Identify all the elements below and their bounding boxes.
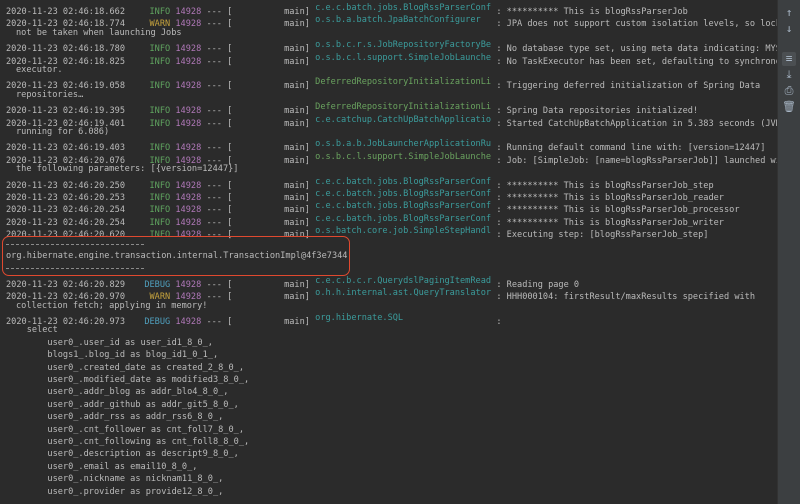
log-line: 2020-11-23 02:46:20.076 INFO 14928 --- [… bbox=[6, 151, 778, 166]
log-line: 2020-11-23 02:46:18.774 WARN 14928 --- [… bbox=[6, 14, 778, 30]
log-logger: o.s.b.c.l.support.SimpleJobLauncher bbox=[315, 52, 492, 63]
log-message: : Started CatchUpBatchApplication in 5.3… bbox=[496, 118, 778, 129]
log-pid: 14928 bbox=[175, 81, 202, 92]
log-thread: [ main] bbox=[227, 317, 310, 327]
log-message: : bbox=[496, 317, 502, 327]
console-toolbar: ↑ ↓ ≡ ⤓ ⎙ 🗑 bbox=[777, 0, 800, 504]
sql-line: user0_.user_id as user_id1_8_0_, bbox=[6, 337, 213, 348]
print-icon[interactable]: ⎙ bbox=[782, 84, 796, 98]
log-thread: [ main] bbox=[227, 81, 310, 92]
scroll-up-icon[interactable]: ↑ bbox=[782, 6, 796, 20]
sql-line: user0_.email as email10_8_0_, bbox=[6, 461, 198, 472]
log-line: 2020-11-23 02:46:20.254 INFO 14928 --- [… bbox=[6, 213, 724, 228]
log-continuation: the following parameters: [{version=1244… bbox=[16, 164, 239, 175]
log-line: 2020-11-23 02:46:19.395 INFO 14928 --- [… bbox=[6, 101, 698, 116]
log-line: 2020-11-23 02:46:18.662 INFO 14928 --- [… bbox=[6, 2, 688, 17]
log-thread: [ main] bbox=[227, 118, 310, 129]
log-logger: DeferredRepositoryInitializationListener bbox=[315, 102, 492, 113]
log-separator: --- bbox=[206, 118, 222, 129]
log-line: 2020-11-23 02:46:20.253 INFO 14928 --- [… bbox=[6, 188, 724, 203]
log-message: : Executing step: [blogRssParserJob_step… bbox=[496, 230, 709, 241]
log-line: 2020-11-23 02:46:19.403 INFO 14928 --- [… bbox=[6, 138, 765, 153]
log-pid: 14928 bbox=[175, 317, 202, 327]
log-separator: --- bbox=[206, 292, 222, 303]
log-thread: [ main] bbox=[227, 19, 310, 30]
log-line: 2020-11-23 02:46:20.973 DEBUG 14928 --- … bbox=[6, 312, 502, 327]
log-line: 2020-11-23 02:46:19.058 INFO 14928 --- [… bbox=[6, 76, 761, 92]
log-logger: c.e.c.batch.jobs.BlogRssParserConfig bbox=[315, 201, 492, 212]
sql-line: user0_.provider as provide12_8_0_, bbox=[6, 486, 224, 497]
log-continuation: executor. bbox=[16, 65, 63, 75]
log-pid: 14928 bbox=[175, 118, 202, 129]
log-continuation: running for 6.086) bbox=[16, 127, 110, 137]
log-logger: DeferredRepositoryInitializationListener bbox=[315, 77, 492, 88]
log-line: 2020-11-23 02:46:20.254 INFO 14928 --- [… bbox=[6, 200, 740, 215]
log-separator: --- bbox=[206, 317, 222, 327]
log-message: : HHH000104: firstResult/maxResults spec… bbox=[496, 292, 756, 303]
sql-line: user0_.nickname as nicknam11_8_0_, bbox=[6, 474, 224, 485]
log-message: : Job: [SimpleJob: [name=blogRssParserJo… bbox=[496, 155, 778, 166]
log-line: 2020-11-23 02:46:18.780 INFO 14928 --- [… bbox=[6, 39, 778, 54]
log-level: INFO bbox=[149, 56, 171, 67]
log-level: DEBUG bbox=[144, 317, 171, 327]
log-line: 2020-11-23 02:46:19.401 INFO 14928 --- [… bbox=[6, 114, 778, 129]
sql-line: user0_.addr_rss as addr_rss6_8_0_, bbox=[6, 412, 224, 423]
sql-line: select bbox=[6, 325, 58, 336]
log-continuation: collection fetch; applying in memory! bbox=[16, 300, 208, 311]
log-separator: --- bbox=[206, 81, 222, 92]
sql-line: user0_.cnt_following as cnt_foll8_8_0_, bbox=[6, 437, 250, 447]
log-logger: o.s.b.a.batch.JpaBatchConfigurer bbox=[315, 15, 481, 26]
sql-line: user0_.cnt_follower as cnt_foll7_8_0_, bbox=[6, 424, 244, 435]
log-logger: c.e.catchup.CatchUpBatchApplication bbox=[315, 114, 492, 125]
log-logger: o.h.h.internal.ast.QueryTranslatorImpl bbox=[315, 288, 492, 299]
log-level: INFO bbox=[149, 118, 171, 129]
log-logger: o.s.b.c.l.support.SimpleJobLauncher bbox=[315, 151, 492, 162]
trash-icon[interactable]: 🗑 bbox=[782, 100, 796, 114]
log-logger: org.hibernate.SQL bbox=[315, 313, 404, 323]
log-message: : JPA does not support custom isolation … bbox=[496, 19, 778, 30]
log-message: : No TaskExecutor has been set, defaulti… bbox=[496, 56, 778, 67]
log-continuation: repositories… bbox=[16, 89, 84, 100]
log-logger: c.e.c.batch.jobs.BlogRssParserConfig bbox=[315, 189, 492, 199]
log-pid: 14928 bbox=[175, 56, 202, 67]
sql-line: user0_.description as descript9_8_0_, bbox=[6, 449, 239, 460]
log-logger: c.e.c.batch.jobs.BlogRssParserConfig bbox=[315, 213, 492, 224]
sql-line: blogs1_.blog_id as blog_id1_0_1_, bbox=[6, 350, 219, 361]
scroll-to-end-icon[interactable]: ⤓ bbox=[782, 68, 796, 82]
log-separator: --- bbox=[206, 56, 222, 67]
sql-line: user0_.created_date as created_2_8_0_, bbox=[6, 362, 244, 373]
log-logger: c.e.c.batch.jobs.BlogRssParserConfig bbox=[315, 3, 492, 13]
log-logger: o.s.b.c.r.s.JobRepositoryFactoryBean bbox=[315, 40, 492, 51]
log-level: INFO bbox=[149, 81, 171, 92]
log-logger: c.e.c.batch.jobs.BlogRssParserConfig bbox=[315, 176, 492, 187]
log-logger: c.e.c.b.c.r.QuerydslPagingItemReader bbox=[315, 275, 492, 286]
log-line: 2020-11-23 02:46:20.829 DEBUG 14928 --- … bbox=[6, 275, 579, 290]
log-line: 2020-11-23 02:46:20.970 WARN 14928 --- [… bbox=[6, 287, 756, 303]
log-continuation: not be taken when launching Jobs bbox=[16, 27, 182, 38]
log-separator: --- bbox=[206, 19, 222, 30]
sql-line: user0_.addr_github as addr_git5_8_0_, bbox=[6, 399, 239, 410]
log-thread: [ main] bbox=[227, 56, 310, 67]
log-line: 2020-11-23 02:46:20.250 INFO 14928 --- [… bbox=[6, 176, 714, 191]
sql-line: user0_.modified_date as modified3_8_0_, bbox=[6, 375, 250, 385]
soft-wrap-icon[interactable]: ≡ bbox=[782, 52, 796, 66]
log-thread: [ main] bbox=[227, 155, 310, 166]
log-thread: [ main] bbox=[227, 292, 310, 303]
sql-line: user0_.addr_blog as addr_blo4_8_0_, bbox=[6, 387, 229, 398]
highlight-annotation bbox=[2, 236, 350, 276]
scroll-down-icon[interactable]: ↓ bbox=[782, 22, 796, 36]
log-message: : Triggering deferred initialization of … bbox=[496, 81, 761, 92]
log-logger: o.s.b.a.b.JobLauncherApplicationRunner bbox=[315, 139, 492, 150]
log-line: 2020-11-23 02:46:18.825 INFO 14928 --- [… bbox=[6, 52, 778, 67]
